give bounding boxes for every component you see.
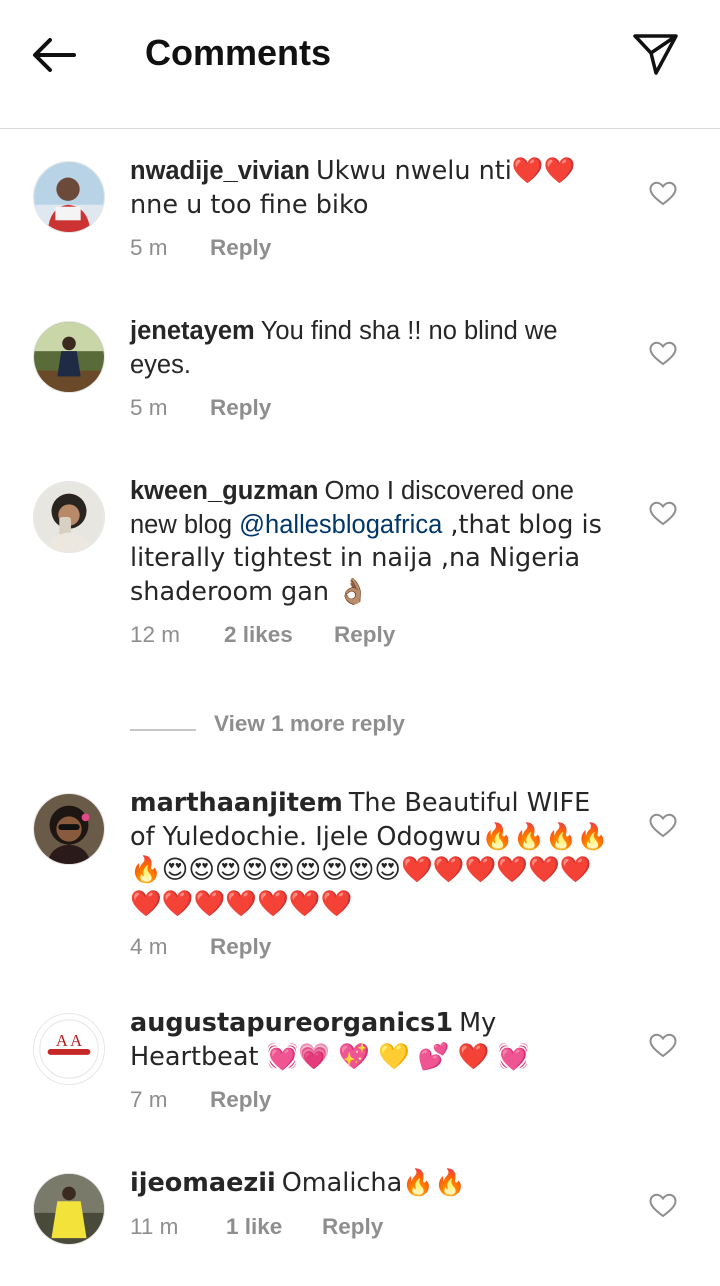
comment-text-block: augustapureorganics1 My Heartbeat 💓💗 💖 💛 … xyxy=(130,981,620,1074)
comments-list: nwadije_vivian Ukwu nwelu nti❤️❤️nne u to… xyxy=(0,129,720,1281)
comment-username[interactable]: kween_guzman xyxy=(130,477,318,505)
heart-outline-icon xyxy=(649,1193,677,1218)
comment-meta: 5 m Reply xyxy=(130,232,620,264)
heart-outline-icon xyxy=(649,501,677,526)
like-comment-button[interactable] xyxy=(648,1191,678,1221)
avatar[interactable]: A A xyxy=(33,1013,105,1085)
like-comment-button[interactable] xyxy=(648,811,678,841)
view-more-replies[interactable]: View 1 more reply xyxy=(0,701,720,761)
comment-text-block: ijeomaezii Omalicha🔥🔥 xyxy=(130,1141,620,1201)
comment-meta: 4 m Reply xyxy=(130,931,620,963)
comment-username[interactable]: jenetayem xyxy=(130,317,255,345)
reply-thread-line xyxy=(130,729,196,731)
reply-button[interactable]: Reply xyxy=(334,619,395,651)
comment-username[interactable]: ijeomaezii xyxy=(130,1168,276,1198)
header-bar: Comments xyxy=(0,0,720,129)
comment-text-block: jenetayem You find sha !! no blind we eye… xyxy=(130,289,620,382)
page-title: Comments xyxy=(145,32,332,73)
avatar[interactable] xyxy=(33,481,105,553)
comment-body: Omalicha🔥🔥 xyxy=(281,1168,466,1198)
heart-outline-icon xyxy=(649,341,677,366)
share-button[interactable] xyxy=(626,27,686,81)
comment-meta: 5 m Reply xyxy=(130,392,620,424)
comment-meta: 11 m 1 like Reply xyxy=(130,1211,620,1243)
comment-item: A A augustapureorganics1 My Heartbeat 💓💗 … xyxy=(0,981,720,1141)
avatar[interactable] xyxy=(33,161,105,233)
comment-item: jenetayem You find sha !! no blind we eye… xyxy=(0,289,720,449)
comment-item: nwadije_vivian Ukwu nwelu nti❤️❤️nne u to… xyxy=(0,129,720,289)
mention-link[interactable]: @hallesblogafrica xyxy=(239,511,442,539)
avatar[interactable] xyxy=(33,321,105,393)
arrow-left-icon xyxy=(33,38,76,72)
back-button[interactable] xyxy=(26,30,86,80)
reply-button[interactable]: Reply xyxy=(322,1211,383,1243)
comment-meta: 7 m Reply xyxy=(130,1084,620,1116)
comment-likes[interactable]: 1 like xyxy=(226,1211,322,1243)
avatar[interactable] xyxy=(33,793,105,865)
comment-time: 11 m xyxy=(130,1213,179,1239)
reply-button[interactable]: Reply xyxy=(210,931,271,963)
comment-item: kween_guzman Omo I discovered one new blo… xyxy=(0,449,720,689)
comment-username[interactable]: augustapureorganics1 xyxy=(130,1008,453,1038)
view-more-label[interactable]: View 1 more reply xyxy=(214,711,405,737)
like-comment-button[interactable] xyxy=(648,339,678,369)
heart-outline-icon xyxy=(649,1033,677,1058)
comment-time: 5 m xyxy=(130,395,168,420)
comment-meta: 12 m 2 likes Reply xyxy=(130,619,620,651)
heart-outline-icon xyxy=(649,181,677,206)
like-comment-button[interactable] xyxy=(648,499,678,529)
comment-username[interactable]: nwadije_vivian xyxy=(130,157,310,185)
reply-button[interactable]: Reply xyxy=(210,392,271,424)
like-comment-button[interactable] xyxy=(648,179,678,209)
comment-text-block: marthaanjitem The Beautiful WIFE of Yuled… xyxy=(130,761,620,921)
reply-button[interactable]: Reply xyxy=(210,1084,271,1116)
comment-time: 7 m xyxy=(130,1087,168,1112)
comment-item: marthaanjitem The Beautiful WIFE of Yuled… xyxy=(0,761,720,981)
reply-button[interactable]: Reply xyxy=(210,232,271,264)
paper-plane-icon xyxy=(633,34,678,75)
comment-item: ijeomaezii Omalicha🔥🔥 11 m 1 like Reply xyxy=(0,1141,720,1281)
comment-time: 12 m xyxy=(130,622,181,647)
comment-likes[interactable]: 2 likes xyxy=(224,619,334,651)
comment-time: 4 m xyxy=(130,934,168,959)
like-comment-button[interactable] xyxy=(648,1031,678,1061)
brand-logo-text: A A xyxy=(56,1031,82,1050)
comment-username[interactable]: marthaanjitem xyxy=(130,788,343,818)
comment-text-block: nwadije_vivian Ukwu nwelu nti❤️❤️nne u to… xyxy=(130,129,620,222)
comment-time: 5 m xyxy=(130,235,168,260)
comment-text-block: kween_guzman Omo I discovered one new blo… xyxy=(130,449,620,609)
heart-outline-icon xyxy=(649,813,677,838)
avatar[interactable] xyxy=(33,1173,105,1245)
